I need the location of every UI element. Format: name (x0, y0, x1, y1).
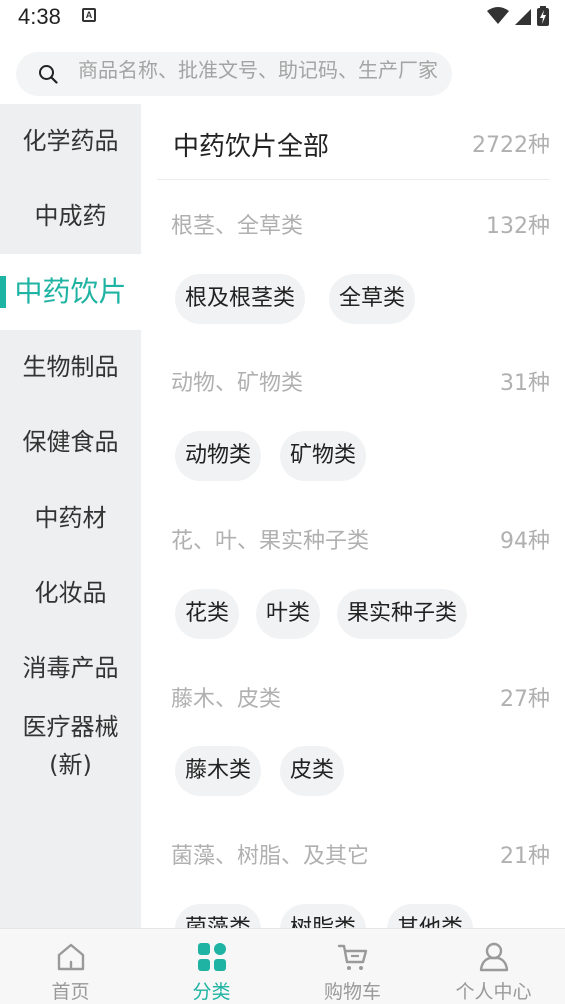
sidebar-item-label: 中药饮片 (14, 275, 127, 308)
status-icons (487, 6, 549, 26)
all-category-count: 2722种 (472, 133, 550, 158)
chip-vine-wood[interactable]: 藤木类 (175, 746, 262, 796)
chip-resin[interactable]: 树脂类 (280, 904, 367, 928)
sidebar-item-label: 保健食品 (22, 428, 119, 456)
sidebar-item-label: 化学药品 (22, 127, 119, 155)
sidebar-item-label: 医疗器械(新) (22, 713, 119, 779)
sidebar-item-label: 中成药 (34, 202, 107, 230)
search-input[interactable]: 商品名称、批准文号、助记码、生产厂家 (16, 52, 452, 96)
sidebar-item-label: 中药材 (34, 504, 107, 532)
group-title: 花、叶、果实种子类 (171, 529, 370, 554)
group-title: 菌藻、树脂、及其它 (171, 844, 370, 869)
notification-icon: A (82, 8, 96, 22)
group-count: 31种 (500, 371, 550, 396)
category-sidebar: 化学药品 中成药 中药饮片 生物制品 保健食品 中药材 化妆品 消毒产品 医疗器… (0, 104, 141, 928)
group-count: 21种 (500, 844, 550, 869)
bottom-navigation: 首页 分类 购物车 个人中心 (0, 928, 565, 1004)
signal-icon (515, 9, 531, 25)
nav-category[interactable]: 分类 (141, 929, 282, 1004)
group-title: 根茎、全草类 (171, 214, 304, 239)
sidebar-item-biologics[interactable]: 生物制品 (0, 330, 141, 405)
nav-home[interactable]: 首页 (0, 929, 141, 1004)
status-time: 4:38 (18, 4, 61, 29)
nav-profile[interactable]: 个人中心 (423, 929, 564, 1004)
nav-cart[interactable]: 购物车 (282, 929, 423, 1004)
status-bar: 4:38 A (0, 0, 565, 34)
nav-label: 分类 (192, 981, 231, 1003)
group-title: 动物、矿物类 (171, 371, 304, 396)
sidebar-item-disinfection[interactable]: 消毒产品 (0, 631, 141, 706)
profile-icon (479, 942, 509, 972)
chip-root-rhizome[interactable]: 根及根茎类 (175, 274, 306, 324)
sidebar-item-label: 消毒产品 (22, 654, 119, 682)
chip-fungi-algae[interactable]: 菌藻类 (175, 904, 262, 928)
group-count: 94种 (500, 529, 550, 554)
nav-label: 购物车 (323, 981, 381, 1003)
sidebar-item-label: 生物制品 (22, 353, 119, 381)
wifi-icon (487, 7, 509, 24)
chip-animal[interactable]: 动物类 (175, 431, 262, 481)
sidebar-item-herbs[interactable]: 中药材 (0, 480, 141, 556)
sidebar-item-chemical-drugs[interactable]: 化学药品 (0, 104, 141, 179)
chip-others[interactable]: 其他类 (387, 904, 474, 928)
search-placeholder: 商品名称、批准文号、助记码、生产厂家 (78, 58, 438, 82)
sidebar-item-medical-devices[interactable]: 医疗器械(新) (0, 708, 141, 784)
all-category-title: 中药饮片全部 (173, 132, 330, 162)
sidebar-item-health-food[interactable]: 保健食品 (0, 405, 141, 480)
chip-whole-herb[interactable]: 全草类 (329, 274, 416, 324)
sidebar-item-label: 化妆品 (34, 579, 107, 607)
category-grid-icon (198, 943, 226, 971)
chip-leaf[interactable]: 叶类 (256, 589, 321, 639)
cart-icon (337, 944, 368, 970)
chip-flower[interactable]: 花类 (175, 589, 240, 639)
group-count: 27种 (500, 687, 550, 712)
nav-label: 个人中心 (455, 981, 532, 1003)
nav-label: 首页 (51, 981, 90, 1003)
sidebar-item-chinese-patent-medicine[interactable]: 中成药 (0, 179, 141, 254)
search-icon (39, 65, 58, 84)
all-category-row[interactable]: 中药饮片全部 2722种 (157, 104, 550, 180)
sidebar-item-decoction-pieces[interactable]: 中药饮片 (0, 254, 141, 330)
battery-icon (537, 6, 549, 26)
category-content: 中药饮片全部 2722种 根茎、全草类 132种 根及根茎类 全草类 动物、矿物… (141, 104, 565, 928)
chip-fruit-seed[interactable]: 果实种子类 (337, 589, 468, 639)
group-count: 132种 (486, 214, 550, 239)
chip-bark[interactable]: 皮类 (280, 746, 345, 796)
group-title: 藤木、皮类 (171, 687, 282, 712)
home-icon (57, 943, 85, 971)
sidebar-item-cosmetics[interactable]: 化妆品 (0, 556, 141, 631)
chip-mineral[interactable]: 矿物类 (280, 431, 367, 481)
active-indicator (0, 276, 6, 308)
